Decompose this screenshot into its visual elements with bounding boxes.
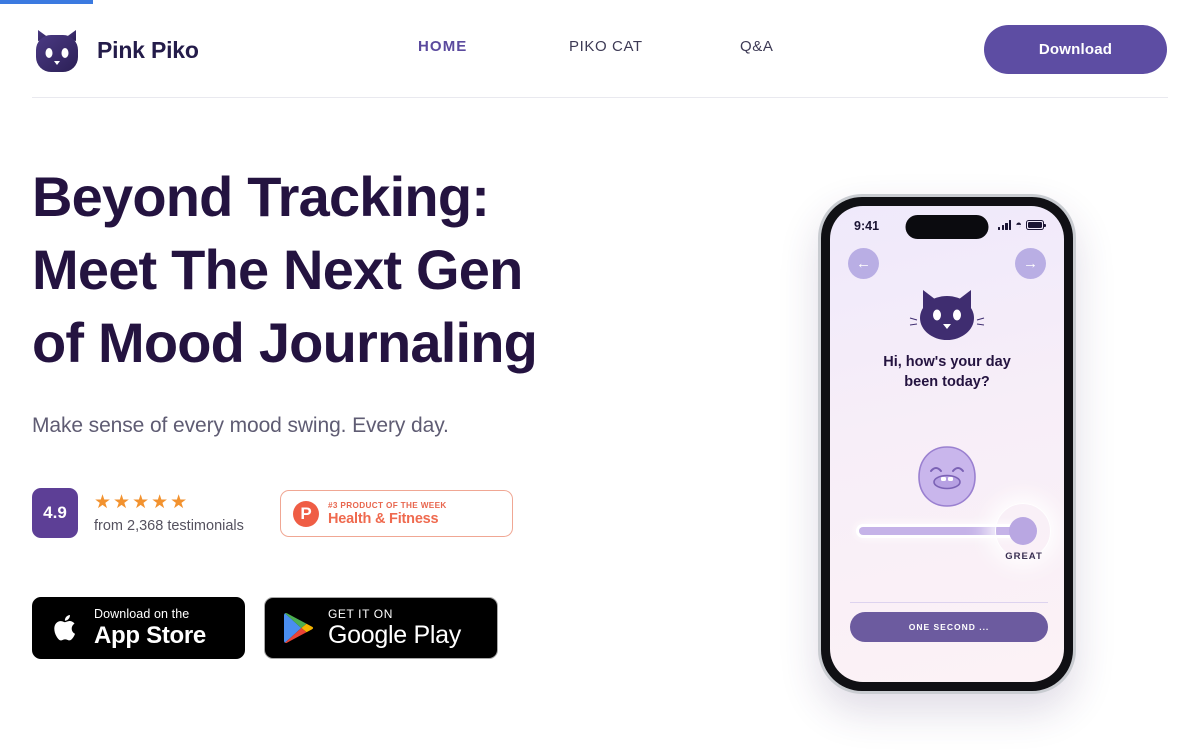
google-play-big-text: Google Play <box>328 621 461 649</box>
nav-item-piko-cat[interactable]: PIKO CAT <box>569 38 643 55</box>
phone-back-button[interactable]: ← <box>848 248 879 279</box>
download-button[interactable]: Download <box>984 25 1167 74</box>
app-store-big-text: App Store <box>94 621 206 649</box>
phone-prompt-line-1: Hi, how's your day <box>883 354 1011 370</box>
rating-details: ★★★★★ from 2,368 testimonials <box>94 491 244 534</box>
mood-slider-label: GREAT <box>1005 551 1043 562</box>
product-hunt-category: Health & Fitness <box>328 510 439 527</box>
product-hunt-icon: P <box>293 500 319 527</box>
phone-sheet-divider <box>850 602 1048 603</box>
phone-mockup: 9:41 ◓ ← → Hi, how's your day been today… <box>818 194 1076 694</box>
google-play-label: GET IT ON Google Play <box>328 608 461 648</box>
cat-face-icon <box>909 290 985 340</box>
hero-title-line-2: Meet The Next Gen <box>32 238 523 301</box>
happy-blob-icon <box>918 446 976 507</box>
phone-prompt: Hi, how's your day been today? <box>830 352 1064 392</box>
signal-icon <box>997 220 1012 230</box>
product-hunt-rank: #3 PRODUCT OF THE WEEK <box>328 500 447 510</box>
page-title: Beyond Tracking: Meet The Next Gen of Mo… <box>32 160 752 379</box>
google-play-small-text: GET IT ON <box>328 607 393 621</box>
phone-forward-button[interactable]: → <box>1015 248 1046 279</box>
google-play-icon <box>284 612 314 644</box>
hero-content: Beyond Tracking: Meet The Next Gen of Mo… <box>32 160 752 438</box>
store-buttons: Download on the App Store GET IT ON Goog… <box>32 597 498 659</box>
product-hunt-text: #3 PRODUCT OF THE WEEK Health & Fitness <box>328 501 447 527</box>
wifi-icon: ◓ <box>1015 219 1022 231</box>
nav-item-qa[interactable]: Q&A <box>740 38 773 55</box>
google-play-button[interactable]: GET IT ON Google Play <box>264 597 498 659</box>
battery-icon <box>1026 220 1046 230</box>
hero-subtitle: Make sense of every mood swing. Every da… <box>32 414 449 437</box>
nav-item-home[interactable]: HOME <box>418 38 467 55</box>
main-nav: HOME PIKO CAT Q&A <box>418 38 898 62</box>
phone-action-button[interactable]: ONE SECOND ... <box>850 612 1048 642</box>
social-proof: 4.9 ★★★★★ from 2,368 testimonials <box>32 488 244 538</box>
mood-slider[interactable]: GREAT <box>856 503 1051 562</box>
cat-logo-icon <box>36 30 78 72</box>
mood-slider-handle[interactable] <box>1009 517 1037 545</box>
landing-page: Pink Piko HOME PIKO CAT Q&A Download Bey… <box>0 0 1200 750</box>
brand-logo[interactable]: Pink Piko <box>32 25 199 75</box>
phone-bezel: 9:41 ◓ ← → Hi, how's your day been today… <box>821 197 1073 691</box>
app-store-label: Download on the App Store <box>94 608 206 648</box>
dynamic-island <box>905 215 989 239</box>
phone-screen: 9:41 ◓ ← → Hi, how's your day been today… <box>830 206 1064 682</box>
app-store-small-text: Download on the <box>94 607 190 622</box>
site-header: Pink Piko HOME PIKO CAT Q&A Download <box>0 0 1200 98</box>
phone-prompt-line-2: been today? <box>904 374 990 390</box>
app-store-button[interactable]: Download on the App Store <box>32 597 245 659</box>
status-bar-icons: ◓ <box>997 219 1046 231</box>
status-bar-time: 9:41 <box>854 219 880 233</box>
star-rating-icon: ★★★★★ <box>94 491 190 513</box>
hero-title-line-3: of Mood Journaling <box>32 311 538 374</box>
mood-slider-fill <box>859 527 1014 535</box>
testimonial-count: from 2,368 testimonials <box>94 517 244 534</box>
header-divider <box>32 97 1168 98</box>
brand-name: Pink Piko <box>97 36 199 63</box>
apple-icon <box>54 615 75 641</box>
rating-score-badge: 4.9 <box>32 488 78 538</box>
product-hunt-badge[interactable]: P #3 PRODUCT OF THE WEEK Health & Fitnes… <box>280 490 513 537</box>
hero-title-line-1: Beyond Tracking: <box>32 165 490 228</box>
